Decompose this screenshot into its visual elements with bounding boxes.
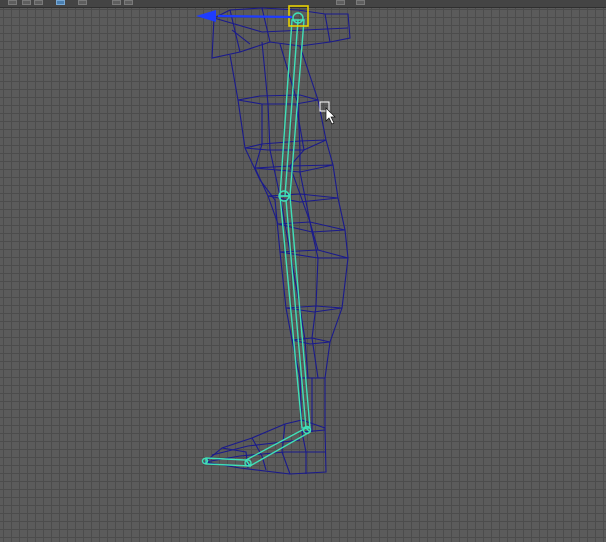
toe-bone[interactable] [205, 457, 252, 467]
app-window [0, 0, 606, 542]
hip-line-e [261, 27, 349, 33]
section-2 [244, 139, 327, 151]
foot-line-e [301, 431, 307, 474]
hip-line-c [324, 13, 331, 43]
scene-svg[interactable] [0, 0, 606, 542]
hip-line-f [231, 29, 251, 45]
foot-bone[interactable] [244, 427, 312, 467]
viewport[interactable] [0, 5, 606, 542]
thigh-long-c [254, 104, 279, 225]
foot-line-d [281, 423, 291, 475]
hip-line-d [213, 17, 263, 33]
leg-mesh[interactable] [203, 7, 351, 475]
hip-line-b [261, 7, 271, 43]
shin-bone-mid [285, 199, 307, 429]
thigh-long-b [279, 43, 319, 379]
skeleton[interactable] [201, 12, 312, 467]
section-3 [254, 164, 334, 173]
section-7 [285, 305, 343, 313]
move-arrow-x[interactable] [196, 10, 293, 22]
thigh-outline-front [299, 45, 349, 379]
section-1 [237, 94, 319, 105]
